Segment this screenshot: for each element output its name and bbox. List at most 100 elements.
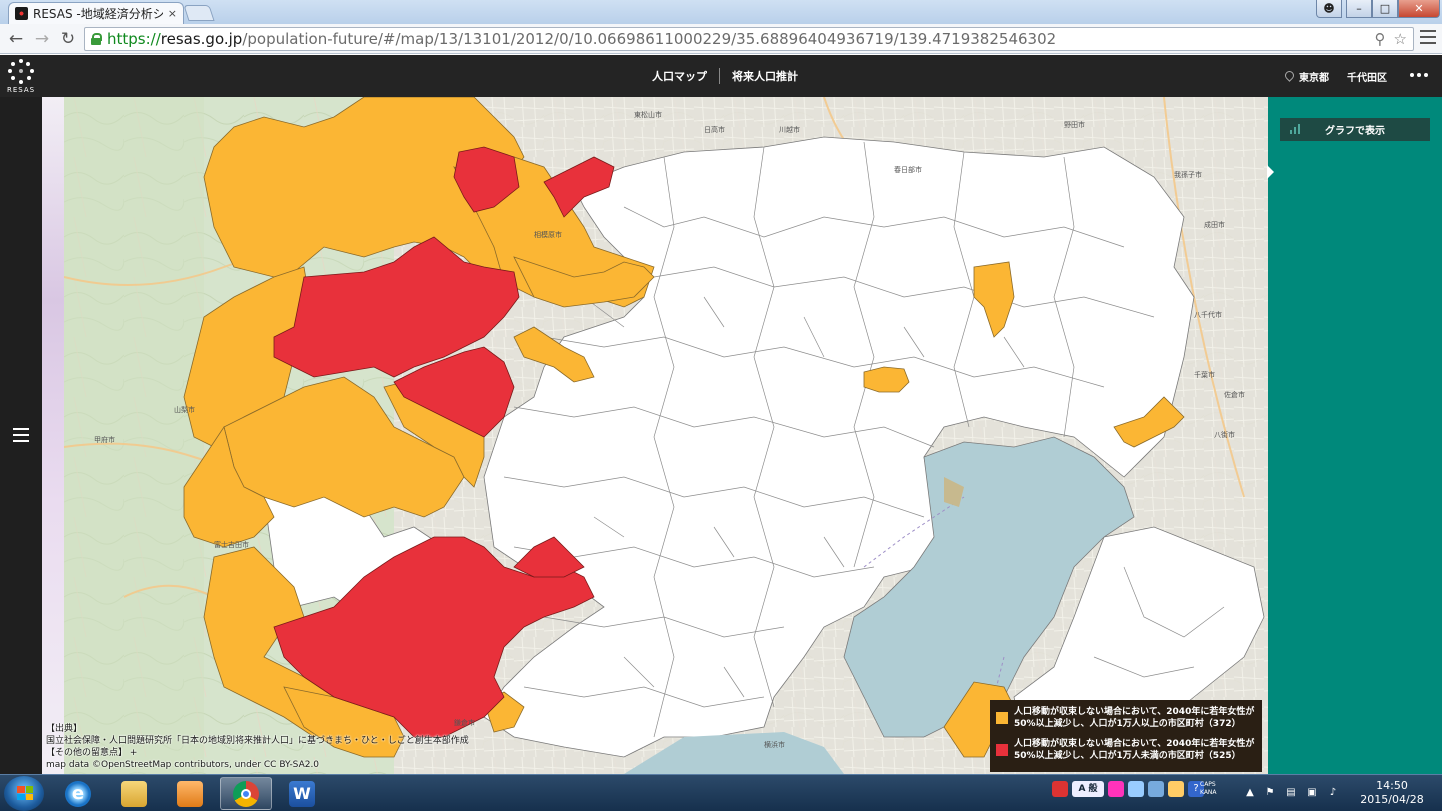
source-attribution: 【出典】 国立社会保障・人口問題研究所「日本の地域別将来推計人口」に基づきまち・… — [46, 723, 469, 771]
user-profile-icon[interactable]: ☻ — [1316, 0, 1342, 18]
source-heading: 【出典】 — [46, 724, 83, 734]
show-graph-label: グラフで表示 — [1325, 126, 1385, 137]
map-label-narita: 成田市 — [1204, 220, 1225, 229]
lock-icon — [91, 33, 102, 45]
browser-tab[interactable]: RESAS -地域経済分析シ × — [8, 2, 184, 24]
network-icon[interactable]: ▣ — [1306, 787, 1318, 799]
more-options-icon[interactable] — [1410, 69, 1432, 81]
resas-logo[interactable]: RESAS — [0, 55, 42, 97]
close-window-button[interactable]: ✕ — [1398, 0, 1440, 18]
flag-icon[interactable]: ⚑ — [1264, 787, 1276, 799]
legend-label-orange: 人口移動が収束しない場合において、2040年に若年女性が50%以上減少し、人口が… — [1014, 707, 1255, 729]
address-bar[interactable]: https://resas.go.jp/population-future/#/… — [84, 27, 1414, 51]
tray-icon-4[interactable] — [1168, 781, 1184, 797]
mountain-shade — [64, 97, 204, 774]
map-label-kasukabe: 春日部市 — [894, 165, 922, 174]
volume-icon[interactable]: ♪ — [1327, 787, 1339, 799]
browser-titlebar: RESAS -地域経済分析シ × ☻ – □ ✕ — [0, 0, 1442, 24]
tab-close-icon[interactable]: × — [168, 7, 177, 20]
legend-item-red: 人口移動が収束しない場合において、2040年に若年女性が50%以上減少し、人口が… — [996, 738, 1256, 762]
hamburger-menu-icon[interactable] — [13, 428, 29, 442]
logo-text: RESAS — [6, 85, 36, 94]
system-tray-icons: A 般 ? — [1052, 781, 1204, 797]
forward-icon[interactable]: → — [32, 29, 52, 49]
sync-icon[interactable]: ▤ — [1285, 787, 1297, 799]
taskbar-chrome[interactable] — [220, 777, 272, 810]
taskbar-explorer[interactable] — [108, 777, 160, 810]
map-label-fujiyoshida: 富士吉田市 — [214, 540, 249, 549]
legend-swatch-red — [996, 744, 1008, 756]
location-pin-icon — [1285, 71, 1293, 81]
map-label-chiba: 千葉市 — [1194, 370, 1215, 379]
legend-label-red: 人口移動が収束しない場合において、2040年に若年女性が50%以上減少し、人口が… — [1014, 739, 1255, 761]
taskbar-outlook[interactable] — [164, 777, 216, 810]
ime-icon[interactable]: A 般 — [1072, 781, 1104, 797]
nav-population-map[interactable]: 人口マップ — [640, 68, 719, 84]
map-label-kofu: 甲府市 — [94, 435, 115, 444]
app-header: RESAS 人口マップ 将来人口推計 東京都 千代田区 — [0, 55, 1442, 97]
notes-link[interactable]: 【その他の留意点】 + — [46, 747, 469, 759]
panel-notch — [1267, 165, 1274, 179]
clock-date: 2015/04/28 — [1360, 793, 1424, 806]
right-panel: グラフで表示 — [1267, 97, 1442, 774]
tab-title: RESAS -地域経済分析シ — [33, 7, 163, 21]
map-label-yachiyo: 八千代市 — [1194, 310, 1222, 319]
caps-label: CAPS — [1200, 781, 1216, 788]
security-tray-icon[interactable] — [1052, 781, 1068, 797]
source-text: 国立社会保障・人口問題研究所「日本の地域別将来推計人口」に基づきまち・ひと・しご… — [46, 736, 469, 746]
legend-item-orange: 人口移動が収束しない場合において、2040年に若年女性が50%以上減少し、人口が… — [996, 706, 1256, 730]
tray-icon-1[interactable] — [1108, 781, 1124, 797]
show-hidden-icons[interactable]: ▲ — [1244, 787, 1256, 799]
minimize-button[interactable]: – — [1346, 0, 1372, 18]
nav-future-population[interactable]: 将来人口推計 — [720, 68, 810, 84]
map-label-abiko: 我孫子市 — [1174, 170, 1202, 179]
show-graph-button[interactable]: グラフで表示 — [1280, 118, 1430, 141]
outlook-icon — [177, 780, 203, 807]
prefecture-label: 東京都 — [1299, 72, 1329, 84]
chrome-icon — [233, 780, 259, 807]
map-label-yamanashi: 山梨市 — [174, 405, 195, 414]
start-button[interactable] — [4, 776, 44, 811]
location-selector[interactable]: 東京都 千代田区 — [1285, 55, 1387, 97]
tray-icon-2[interactable] — [1128, 781, 1144, 797]
internet-explorer-icon: e — [65, 780, 91, 807]
map-edge-strip — [42, 97, 64, 774]
map-label-yachimata: 八街市 — [1214, 430, 1235, 439]
population-map[interactable]: 東松山市 日高市 川越市 春日部市 野田市 我孫子市 成田市 八千代市 千葉市 … — [64, 97, 1268, 774]
keyboard-status: CAPS KANA — [1200, 781, 1217, 797]
resas-favicon-icon — [15, 7, 28, 20]
bar-chart-icon — [1290, 124, 1302, 134]
kana-label: KANA — [1200, 789, 1217, 796]
reload-icon[interactable]: ↻ — [58, 29, 78, 49]
new-tab-button[interactable] — [183, 5, 215, 21]
map-label-noda: 野田市 — [1064, 120, 1085, 129]
taskbar-ie[interactable]: e — [52, 777, 104, 810]
search-icon[interactable]: ⚲ — [1375, 30, 1386, 48]
maximize-button[interactable]: □ — [1372, 0, 1398, 18]
windows-taskbar: e W A 般 ? CAPS KANA ▲ ⚑ ▤ ▣ ♪ 14:50 2015… — [0, 774, 1442, 811]
map-label-sagamihara: 相模原市 — [534, 230, 562, 239]
tray-icon-3[interactable] — [1148, 781, 1164, 797]
browser-menu-icon[interactable] — [1420, 30, 1436, 46]
map-label-kawagoe: 川越市 — [779, 125, 800, 134]
map-label-hidaka: 日高市 — [704, 125, 725, 134]
map-label-yokohama: 横浜市 — [764, 740, 785, 749]
resas-logo-icon — [8, 58, 34, 85]
left-sidebar — [0, 97, 42, 774]
browser-toolbar: ← → ↻ https://resas.go.jp/population-fut… — [0, 24, 1442, 54]
legend-swatch-orange — [996, 712, 1008, 724]
url-text: https://resas.go.jp/population-future/#/… — [107, 30, 1057, 48]
clock-time: 14:50 — [1376, 779, 1408, 792]
map-canvas[interactable]: 東松山市 日高市 川越市 春日部市 野田市 我孫子市 成田市 八千代市 千葉市 … — [64, 97, 1268, 774]
system-clock[interactable]: 14:50 2015/04/28 — [1350, 779, 1434, 807]
main-nav: 人口マップ 将来人口推計 — [640, 55, 810, 97]
back-icon[interactable]: ← — [6, 29, 26, 49]
map-label-higashimatsuyama: 東松山市 — [634, 110, 662, 119]
bookmark-star-icon[interactable]: ☆ — [1394, 30, 1407, 48]
map-credit[interactable]: map data ©OpenStreetMap contributors, un… — [46, 759, 469, 771]
taskbar-word[interactable]: W — [276, 777, 328, 810]
map-label-sakura: 佐倉市 — [1224, 390, 1245, 399]
folder-icon — [121, 780, 147, 807]
city-label: 千代田区 — [1347, 72, 1387, 84]
windows-logo-icon — [17, 786, 33, 800]
